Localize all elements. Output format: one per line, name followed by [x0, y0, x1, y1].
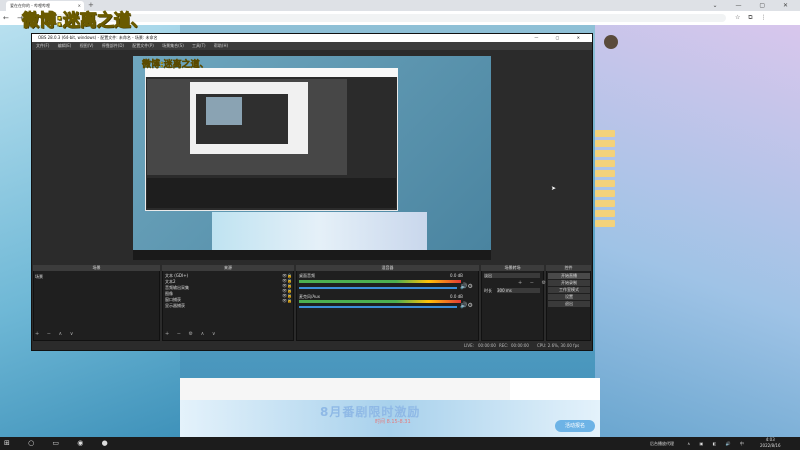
browser-extension-icons[interactable]: ☆ ⧉ ⋮: [735, 11, 769, 25]
obs-status-bar: LIVE: 00:00:00 REC: 00:00:00 CPU: 2.6%, …: [32, 341, 592, 350]
controls-header: 控件: [546, 265, 591, 271]
mixer-track-name: 麦克风/Aux: [299, 294, 320, 299]
list-item[interactable]: [595, 200, 615, 207]
page-gift-strip: [180, 378, 510, 400]
banner-signup-button[interactable]: 活动报名: [555, 420, 595, 432]
taskbar-app-icons[interactable]: ⊞ ○ ▭ ◉ ●: [4, 437, 116, 450]
volume-slider[interactable]: [299, 306, 457, 308]
menu-profile[interactable]: 配置文件(P): [132, 43, 154, 48]
settings-button[interactable]: 设置: [548, 294, 590, 300]
audio-mixer-header: 混音器: [296, 265, 479, 271]
banner-subtitle: 时间 8.15-8.31: [375, 419, 411, 425]
scenes-dock: [33, 265, 160, 341]
page-right-art: [595, 25, 800, 437]
menu-tools[interactable]: 工具(T): [192, 43, 206, 48]
url-input[interactable]: [46, 14, 726, 22]
scene-item[interactable]: 场景: [35, 274, 43, 279]
audio-meter: [299, 280, 461, 283]
cpu-fps: CPU: 2.6%, 30.00 fps: [537, 343, 580, 348]
start-recording-button[interactable]: 开始录制: [548, 280, 590, 286]
browser-window-controls[interactable]: ⌄ — ▢ ✕: [713, 0, 796, 11]
scene-transitions-header: 场景转场: [481, 265, 544, 271]
menu-view[interactable]: 视图(V): [80, 43, 94, 48]
mixer-track-db: 0.0 dB: [450, 294, 463, 299]
duration-input[interactable]: 300 ms: [497, 288, 540, 293]
list-item[interactable]: [595, 210, 615, 217]
rec-time: 00:00:00: [511, 343, 529, 348]
obs-title-bar: OBS 28.0.3 (64-bit, windows) - 配置文件: 未命名…: [32, 34, 592, 42]
exit-button[interactable]: 退出: [548, 301, 590, 307]
rec-label: REC:: [499, 343, 509, 348]
audio-meter: [299, 300, 461, 303]
mute-speaker-icon[interactable]: 🔊⚙: [460, 303, 473, 309]
list-item[interactable]: [595, 220, 615, 227]
source-item[interactable]: 音频输出采集: [165, 285, 189, 290]
system-tray[interactable]: 后台播放代理 ∧ ▣ ◧ 🔊 中: [650, 437, 748, 450]
start-streaming-button[interactable]: 开始直播: [548, 273, 590, 279]
menu-file[interactable]: 文件(F): [36, 43, 49, 48]
menu-edit[interactable]: 编辑(E): [58, 43, 72, 48]
obs-title: OBS 28.0.3 (64-bit, windows) - 配置文件: 未命名…: [38, 35, 158, 40]
studio-mode-button[interactable]: 工作室模式: [548, 287, 590, 293]
sources-toolbar[interactable]: + − ⚙ ∧ ∨: [165, 331, 219, 337]
volume-slider[interactable]: [299, 287, 457, 289]
list-item[interactable]: [595, 130, 615, 137]
source-item[interactable]: 图像: [165, 291, 173, 296]
nested-docks: [147, 178, 396, 208]
page-gift-strip-right: [510, 378, 600, 400]
mixer-track-name: 桌面音频: [299, 273, 315, 278]
watermark-text: 微博:迷离之道、: [22, 11, 149, 32]
avatar[interactable]: [604, 35, 618, 49]
list-item[interactable]: [595, 190, 615, 197]
menu-scene-collection[interactable]: 场景集合(S): [162, 43, 184, 48]
live-label: LIVE:: [464, 343, 475, 348]
mouse-cursor-icon: ➤: [551, 185, 557, 192]
obs-menu-bar: 文件(F) 编辑(E) 视图(V) 停靠部件(D) 配置文件(P) 场景集合(S…: [32, 42, 592, 50]
nested-page-art: [212, 212, 427, 250]
obs-window-controls[interactable]: — ▢ ✕: [534, 34, 588, 42]
source-visibility-icons[interactable]: 👁🔒 👁🔒 👁🔒 👁🔒 👁🔒 👁🔒: [282, 273, 292, 303]
preview-watermark-text: 微博:迷离之道、: [142, 60, 209, 71]
sources-dock-header: 来源: [162, 265, 294, 271]
nested-window-4: [206, 97, 242, 125]
live-time: 00:00:00: [478, 343, 496, 348]
transition-type-select[interactable]: 淡出: [484, 273, 540, 278]
transition-toolbar[interactable]: + − ⚙: [518, 280, 549, 286]
scenes-toolbar[interactable]: + − ∧ ∨: [35, 331, 76, 337]
tray-app-label[interactable]: 后台播放代理: [650, 441, 674, 446]
menu-docks[interactable]: 停靠部件(D): [102, 43, 124, 48]
clock-date: 2022/8/16: [760, 443, 781, 448]
menu-help[interactable]: 帮助(H): [214, 43, 228, 48]
source-item[interactable]: 窗口捕获: [165, 297, 181, 302]
right-sidebar-list: [595, 130, 615, 380]
list-item[interactable]: [595, 160, 615, 167]
scenes-dock-header: 场景: [33, 265, 160, 271]
list-item[interactable]: [595, 170, 615, 177]
tray-icons[interactable]: ∧ ▣ ◧ 🔊 中: [687, 441, 748, 446]
list-item[interactable]: [595, 140, 615, 147]
mute-speaker-icon[interactable]: 🔊⚙: [460, 284, 473, 290]
taskbar-clock[interactable]: 4:03 2022/8/16: [760, 437, 781, 449]
mixer-track-db: 0.0 dB: [450, 273, 463, 278]
duration-label: 时长: [484, 288, 492, 293]
list-item[interactable]: [595, 180, 615, 187]
list-item[interactable]: [595, 150, 615, 157]
preview-bottom-bar: [133, 250, 491, 260]
source-item[interactable]: 文本2: [165, 279, 176, 284]
source-item[interactable]: 显示器捕获: [165, 303, 185, 308]
source-item[interactable]: 文本 (GDI+): [165, 273, 188, 278]
